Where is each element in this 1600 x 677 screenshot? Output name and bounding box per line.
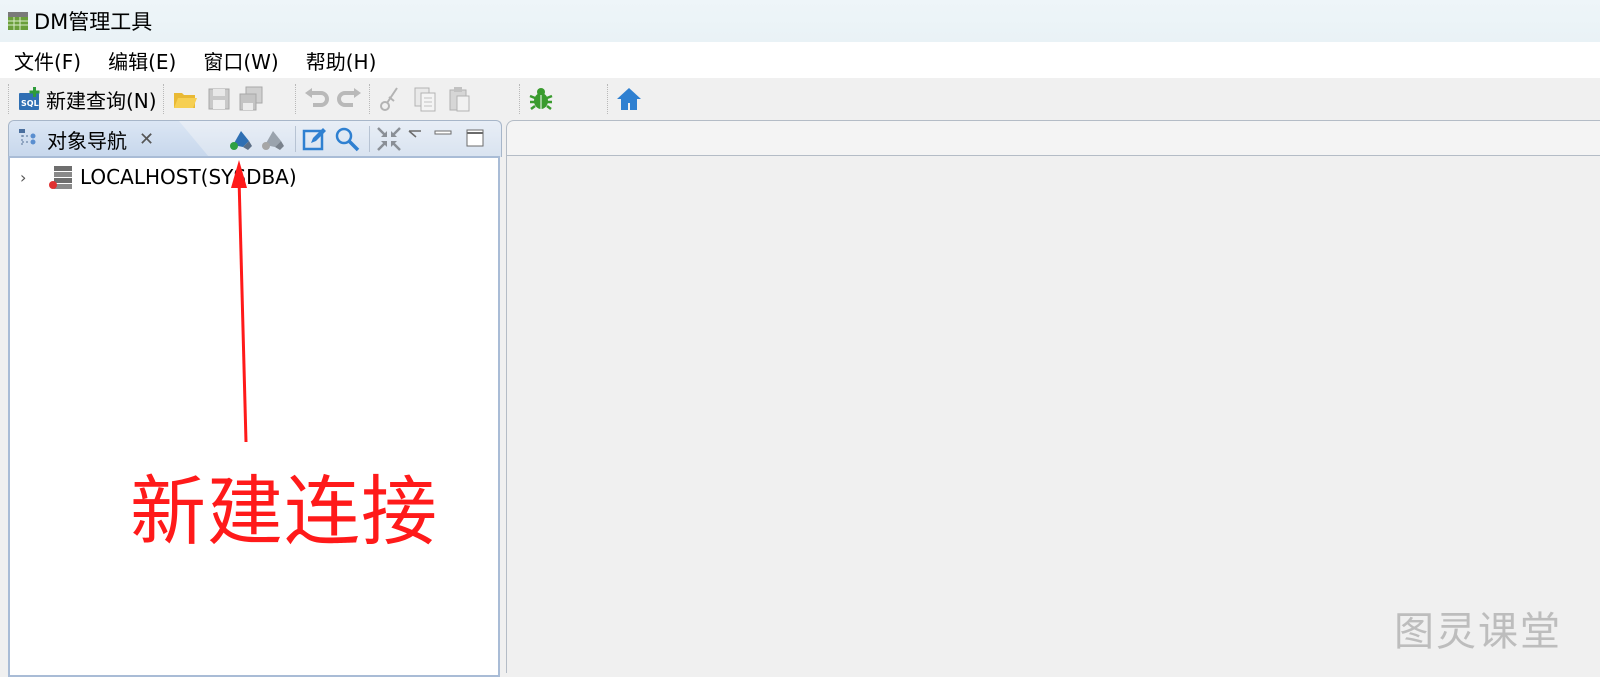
editor-tabbar — [506, 120, 1600, 156]
object-navigator-panel: 对象导航 ✕ › LOCALHOST(SYSDBA) — [8, 120, 502, 677]
copy-icon[interactable] — [411, 85, 439, 113]
edit-icon[interactable] — [301, 125, 329, 153]
navigator-toolbar — [227, 124, 493, 154]
tree-node-label: LOCALHOST(SYSDBA) — [80, 165, 297, 189]
watermark: 图灵课堂 — [1394, 609, 1562, 655]
expand-icon[interactable]: › — [20, 168, 40, 187]
window-title: DM管理工具 — [34, 10, 153, 34]
cut-icon[interactable] — [377, 85, 405, 113]
menu-bar: 文件(F) 编辑(E) 窗口(W) 帮助(H) — [0, 42, 1600, 78]
bug-icon[interactable] — [527, 85, 555, 113]
menu-file[interactable]: 文件(F) — [0, 46, 81, 75]
new-query-button[interactable]: SQL 新建查询(N) — [16, 82, 157, 116]
tab-label: 对象导航 — [47, 128, 127, 153]
object-tree: › LOCALHOST(SYSDBA) — [8, 156, 500, 677]
save-all-icon[interactable] — [237, 85, 265, 113]
toolbar-separator — [369, 126, 371, 152]
save-icon[interactable] — [205, 85, 233, 113]
home-icon[interactable] — [615, 85, 643, 113]
view-menu-icon[interactable] — [407, 125, 425, 153]
main-toolbar: SQL 新建查询(N) — [0, 78, 1600, 120]
minimize-icon[interactable] — [429, 125, 457, 153]
tree-icon — [19, 129, 36, 147]
new-connection-icon[interactable] — [227, 125, 255, 153]
toolbar-separator — [8, 84, 10, 114]
maximize-icon[interactable] — [461, 125, 489, 153]
toolbar-separator — [518, 84, 521, 114]
paste-icon[interactable] — [445, 85, 473, 113]
toolbar-separator — [295, 126, 297, 152]
toolbar-separator — [294, 84, 297, 114]
new-query-label: 新建查询(N) — [46, 88, 157, 113]
editor-area — [506, 120, 1600, 673]
collapse-all-icon[interactable] — [375, 125, 403, 153]
toolbar-separator — [368, 84, 371, 114]
title-bar: DM管理工具 — [0, 0, 1600, 42]
sql-new-icon: SQL — [19, 87, 40, 110]
folder-open-icon[interactable] — [171, 85, 199, 113]
menu-edit[interactable]: 编辑(E) — [94, 46, 176, 75]
editor-body — [506, 154, 1600, 673]
tab-object-navigator[interactable]: 对象导航 ✕ — [9, 121, 209, 157]
table-icon — [8, 12, 28, 30]
database-icon — [49, 166, 72, 189]
menu-help[interactable]: 帮助(H) — [292, 46, 377, 75]
annotation-label: 新建连接 — [130, 467, 438, 556]
redo-icon[interactable] — [335, 85, 363, 113]
toolbar-separator — [162, 84, 165, 114]
undo-icon[interactable] — [303, 85, 331, 113]
svg-text:SQL: SQL — [21, 99, 39, 108]
disconnect-icon[interactable] — [259, 125, 287, 153]
search-icon[interactable] — [333, 125, 361, 153]
close-icon[interactable]: ✕ — [139, 129, 154, 150]
object-navigator-tabbar: 对象导航 ✕ — [8, 120, 502, 157]
tree-node-localhost[interactable]: › LOCALHOST(SYSDBA) — [20, 164, 297, 190]
toolbar-separator — [606, 84, 609, 114]
menu-window[interactable]: 窗口(W) — [189, 46, 278, 75]
